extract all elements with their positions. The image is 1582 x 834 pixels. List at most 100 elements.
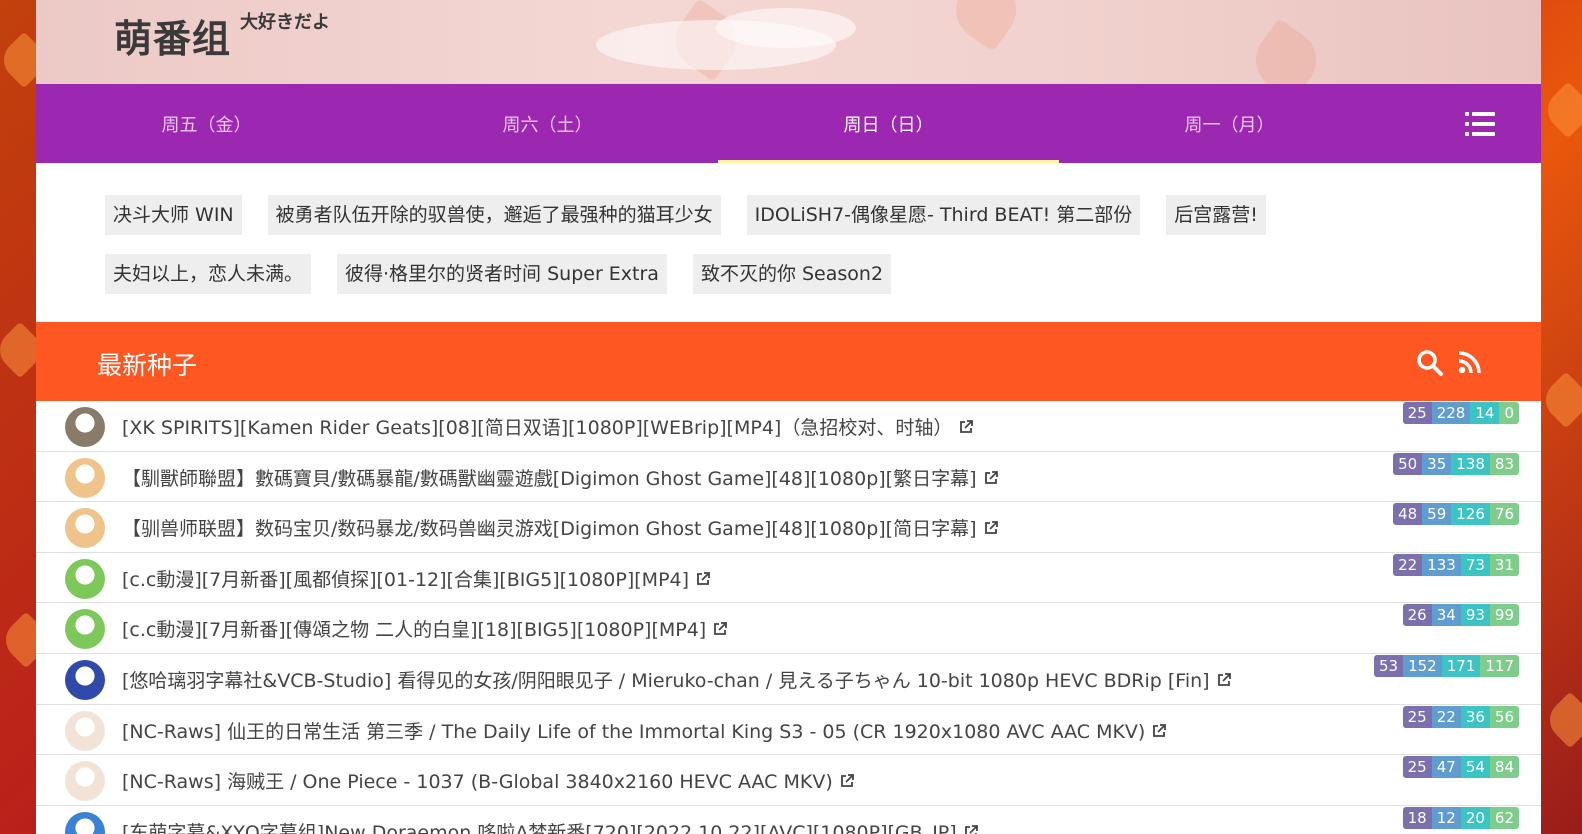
stat-badge: 31 <box>1489 553 1519 576</box>
tab-friday[interactable]: 周五（金） <box>36 84 377 163</box>
torrent-row: [东萌字幕&XYQ字幕组]New Doraemon 哆啦A梦新番[720][20… <box>36 806 1541 834</box>
logo-tagline: 大好きだよ <box>240 12 330 33</box>
torrent-title: [东萌字幕&XYQ字幕组]New Doraemon 哆啦A梦新番[720][20… <box>122 821 957 834</box>
external-link-icon[interactable] <box>712 621 728 637</box>
stat-badge: 35 <box>1422 452 1452 475</box>
show-tag[interactable]: 致不灭的你 Season2 <box>692 254 892 294</box>
torrent-stats: 26 34 93 99 <box>1402 604 1519 627</box>
torrent-title-link[interactable]: [c.c動漫][7月新番][傳頌之物 二人的白皇][18][BIG5][1080… <box>122 615 728 642</box>
tab-saturday[interactable]: 周六（土） <box>377 84 718 163</box>
stat-badge: 171 <box>1441 654 1481 677</box>
show-tag[interactable]: 被勇者队伍开除的驭兽使，邂逅了最强种的猫耳少女 <box>267 195 721 235</box>
external-link-icon[interactable] <box>963 824 979 834</box>
torrent-title-link[interactable]: [东萌字幕&XYQ字幕组]New Doraemon 哆啦A梦新番[720][20… <box>122 818 979 834</box>
stat-badge: 73 <box>1460 553 1490 576</box>
torrent-stats: 25 228 14 0 <box>1402 402 1519 424</box>
stat-badge: 83 <box>1489 452 1519 475</box>
stat-badge: 12 <box>1431 806 1461 829</box>
stat-badge: 53 <box>1373 654 1404 677</box>
stat-badge: 47 <box>1431 756 1461 779</box>
section-title: 最新种子 <box>97 351 198 380</box>
maple-leaf-decoration <box>1539 81 1582 139</box>
show-tag[interactable]: 决斗大师 WIN <box>105 195 242 235</box>
torrent-stats: 22 133 73 31 <box>1393 553 1519 576</box>
logo-text: 萌番组 <box>114 17 232 61</box>
tab-monday[interactable]: 周一（月） <box>1059 84 1400 163</box>
uploader-avatar[interactable] <box>65 811 105 834</box>
torrent-row: [NC-Raws] 仙王的日常生活 第三季 / The Daily Life o… <box>36 705 1541 756</box>
torrent-stats: 53 152 171 117 <box>1373 654 1519 677</box>
stat-badge: 0 <box>1499 402 1519 424</box>
stat-badge: 48 <box>1393 503 1423 526</box>
stat-badge: 25 <box>1402 705 1432 728</box>
show-tag[interactable]: 彼得·格里尔的贤者时间 Super Extra <box>337 254 667 294</box>
stat-badge: 18 <box>1402 806 1432 829</box>
torrent-title-link[interactable]: [悠哈璃羽字幕社&VCB-Studio] 看得见的女孩/阴阳眼见子 / Mier… <box>122 666 1232 693</box>
external-link-icon[interactable] <box>958 419 974 435</box>
latest-torrents-header: 最新种子 <box>36 322 1541 401</box>
stat-badge: 25 <box>1402 402 1432 424</box>
torrent-title-link[interactable]: 【驯兽师联盟】数码宝贝/数码暴龙/数码兽幽灵游戏[Digimon Ghost G… <box>122 514 999 541</box>
stat-badge: 138 <box>1451 452 1490 475</box>
torrent-title: [XK SPIRITS][Kamen Rider Geats][08][简日双语… <box>122 417 953 439</box>
stat-badge: 59 <box>1422 503 1452 526</box>
show-tag[interactable]: 夫妇以上，恋人未满。 <box>105 254 312 294</box>
torrent-title-link[interactable]: [c.c動漫][7月新番][風都偵探][01-12][合集][BIG5][108… <box>122 565 711 592</box>
uploader-avatar[interactable] <box>65 558 105 599</box>
uploader-avatar[interactable] <box>65 407 105 447</box>
stat-badge: 56 <box>1489 705 1519 728</box>
torrent-stats: 25 47 54 84 <box>1402 756 1519 779</box>
uploader-avatar[interactable] <box>65 609 105 650</box>
search-icon[interactable] <box>1416 349 1444 377</box>
torrent-stats: 48 59 126 76 <box>1393 503 1519 526</box>
uploader-avatar[interactable] <box>65 659 105 700</box>
torrent-stats: 50 35 138 83 <box>1393 452 1519 475</box>
torrent-title: 【驯兽师联盟】数码宝贝/数码暴龙/数码兽幽灵游戏[Digimon Ghost G… <box>122 518 977 541</box>
external-link-icon[interactable] <box>983 470 999 486</box>
stat-badge: 133 <box>1422 553 1461 576</box>
stat-badge: 76 <box>1489 503 1519 526</box>
stat-badge: 54 <box>1460 756 1490 779</box>
torrent-title: 【馴獸師聯盟】數碼寶貝/數碼暴龍/數碼獸幽靈遊戲[Digimon Ghost G… <box>122 467 977 490</box>
torrent-row: 【驯兽师联盟】数码宝贝/数码暴龙/数码兽幽灵游戏[Digimon Ghost G… <box>36 502 1541 553</box>
stat-badge: 126 <box>1451 503 1490 526</box>
stat-badge: 22 <box>1431 705 1461 728</box>
uploader-avatar[interactable] <box>65 710 105 751</box>
external-link-icon[interactable] <box>1216 672 1232 688</box>
tab-sunday[interactable]: 周日（日） <box>718 84 1059 163</box>
torrent-title: [c.c動漫][7月新番][風都偵探][01-12][合集][BIG5][108… <box>122 568 690 591</box>
site-banner: 萌番组 大好きだよ <box>36 0 1541 84</box>
external-link-icon[interactable] <box>839 773 855 789</box>
torrent-title-link[interactable]: [XK SPIRITS][Kamen Rider Geats][08][简日双语… <box>122 413 974 440</box>
torrent-list: [XK SPIRITS][Kamen Rider Geats][08][简日双语… <box>36 401 1541 834</box>
list-icon[interactable] <box>1465 112 1495 136</box>
torrent-row: [XK SPIRITS][Kamen Rider Geats][08][简日双语… <box>36 401 1541 452</box>
show-tags: 决斗大师 WIN 被勇者队伍开除的驭兽使，邂逅了最强种的猫耳少女 IDOLiSH… <box>36 163 1541 322</box>
show-tag[interactable]: IDOLiSH7-偶像星愿- Third BEAT! 第二部份 <box>746 195 1141 235</box>
torrent-title-link[interactable]: 【馴獸師聯盟】數碼寶貝/數碼暴龍/數碼獸幽靈遊戲[Digimon Ghost G… <box>122 464 999 491</box>
torrent-row: [c.c動漫][7月新番][傳頌之物 二人的白皇][18][BIG5][1080… <box>36 603 1541 654</box>
uploader-avatar[interactable] <box>65 508 105 549</box>
stat-badge: 117 <box>1480 654 1519 677</box>
torrent-title: [悠哈璃羽字幕社&VCB-Studio] 看得见的女孩/阴阳眼见子 / Mier… <box>122 669 1210 692</box>
external-link-icon[interactable] <box>695 571 711 587</box>
stat-badge: 25 <box>1402 756 1432 779</box>
stat-badge: 36 <box>1460 705 1490 728</box>
torrent-title: [c.c動漫][7月新番][傳頌之物 二人的白皇][18][BIG5][1080… <box>122 619 707 642</box>
uploader-avatar[interactable] <box>65 761 105 802</box>
stat-badge: 228 <box>1431 402 1471 424</box>
torrent-stats: 25 22 36 56 <box>1402 705 1519 728</box>
torrent-row: 【馴獸師聯盟】數碼寶貝/數碼暴龍/數碼獸幽靈遊戲[Digimon Ghost G… <box>36 452 1541 503</box>
stat-badge: 93 <box>1460 604 1490 627</box>
rss-icon[interactable] <box>1457 349 1483 375</box>
torrent-title-link[interactable]: [NC-Raws] 海贼王 / One Piece - 1037 (B-Glob… <box>122 767 855 794</box>
external-link-icon[interactable] <box>1151 723 1167 739</box>
site-logo[interactable]: 萌番组 大好きだよ <box>114 8 330 63</box>
torrent-title-link[interactable]: [NC-Raws] 仙王的日常生活 第三季 / The Daily Life o… <box>122 717 1167 744</box>
stat-badge: 62 <box>1489 806 1519 829</box>
show-tag[interactable]: 后宫露营! <box>1166 195 1266 235</box>
maple-leaf-decoration <box>1541 691 1582 749</box>
page-container: 萌番组 大好きだよ 周五（金） 周六（土） 周日（日） 周一（月） 决斗大师 W… <box>36 0 1541 834</box>
uploader-avatar[interactable] <box>65 457 105 498</box>
external-link-icon[interactable] <box>983 520 999 536</box>
